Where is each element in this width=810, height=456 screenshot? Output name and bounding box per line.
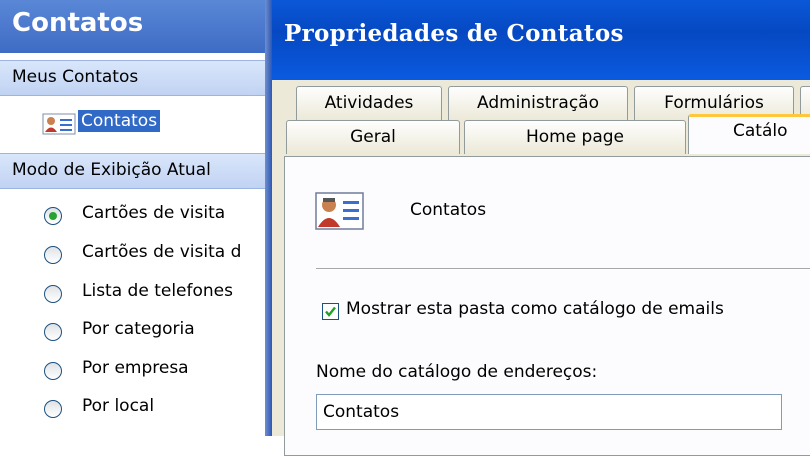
nav-title: Contatos — [12, 8, 144, 38]
address-book-name-label: Nome do catálogo de endereços: — [316, 362, 598, 382]
tab-label: Geral — [350, 127, 396, 147]
view-option-label: Cartões de visita — [82, 203, 226, 223]
current-view-section-header[interactable]: Modo de Exibição Atual — [0, 153, 265, 189]
contact-card-icon — [42, 113, 76, 135]
tab-label: Administração — [477, 93, 599, 113]
current-view-section-label: Modo de Exibição Atual — [12, 160, 211, 180]
radio-button[interactable] — [44, 246, 62, 264]
dialog-title-bar[interactable]: Propriedades de Contatos — [272, 0, 810, 80]
tab-label: Home page — [525, 127, 625, 147]
nav-header: Contatos — [0, 0, 265, 53]
radio-button[interactable] — [44, 323, 62, 341]
tab-home-page[interactable]: Home page — [464, 120, 686, 154]
tab-general[interactable]: Geral — [286, 120, 460, 154]
contacts-folder-label: Contatos — [78, 110, 161, 132]
radio-button[interactable] — [44, 400, 62, 418]
radio-button[interactable] — [44, 362, 62, 380]
my-contacts-section-header[interactable]: Meus Contatos — [0, 60, 265, 96]
view-option-label: Por empresa — [82, 358, 189, 378]
tab-activities[interactable]: Atividades — [296, 86, 442, 120]
radio-button[interactable] — [44, 285, 62, 303]
pane-splitter[interactable] — [265, 0, 272, 436]
tab-label: Catálo — [733, 121, 788, 141]
tab-address-book[interactable]: Catálo — [688, 114, 810, 154]
view-option-label: Por local — [82, 396, 155, 416]
show-as-catalog-checkbox[interactable] — [322, 303, 339, 320]
separator — [316, 268, 810, 270]
folder-name-label: Contatos — [410, 200, 487, 220]
tab-label: Atividades — [324, 93, 414, 113]
tab-label: Formulários — [664, 93, 764, 113]
show-as-catalog-label[interactable]: Mostrar esta pasta como catálogo de emai… — [346, 299, 724, 319]
view-option-label: Por categoria — [82, 319, 195, 339]
view-option-label: Lista de telefones — [82, 281, 233, 301]
radio-button-selected[interactable] — [44, 207, 62, 225]
dialog-title: Propriedades de Contatos — [284, 20, 624, 47]
my-contacts-section-label: Meus Contatos — [12, 67, 139, 87]
tab-administration[interactable]: Administração — [448, 86, 628, 120]
checkmark-icon — [325, 306, 336, 317]
navigation-pane: Contatos Meus Contatos Contatos Modo de … — [0, 0, 265, 436]
address-book-name-input[interactable] — [316, 394, 782, 430]
view-option-label: Cartões de visita d — [82, 242, 242, 262]
contact-card-large-icon — [315, 192, 364, 230]
